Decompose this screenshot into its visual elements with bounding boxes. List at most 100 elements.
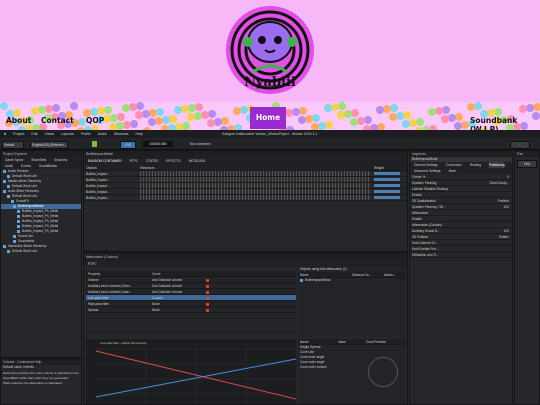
wwise-icon: ■ [4, 132, 7, 136]
live-button[interactable]: LIVE [120, 141, 136, 149]
polka-dot [442, 106, 450, 114]
polka-dot [494, 108, 502, 116]
menu-audio[interactable]: Audio [98, 132, 107, 136]
polka-dot [305, 115, 313, 123]
polka-dot [162, 116, 170, 124]
curve-select[interactable]: Custom [152, 295, 202, 300]
folder-icon [3, 169, 6, 173]
object-row[interactable]: BulletImpactMetal [298, 278, 406, 283]
curve-graph[interactable]: Low pass filter - Adjust this amount. [86, 339, 297, 404]
menu-windows[interactable]: Windows [114, 132, 129, 136]
weight-slider[interactable] [374, 178, 400, 181]
nav-contact[interactable]: Contact [41, 116, 74, 125]
folder-icon [3, 244, 6, 248]
waveform [140, 183, 370, 188]
polka-dot [312, 114, 320, 122]
curve-select[interactable]: Use Distance volume [152, 289, 202, 294]
menu-views[interactable]: Views [45, 132, 55, 136]
field-value[interactable]: Direct Assig... [490, 180, 509, 185]
polka-dot [52, 104, 60, 112]
waveform [140, 177, 370, 182]
field-value[interactable]: Position [498, 198, 509, 203]
curve-row[interactable]: Spread None [86, 307, 296, 313]
search-icon[interactable]: ⌕ [510, 141, 530, 149]
polka-dot [214, 118, 222, 126]
tree-item-label: Master-Mixer Hierarchy [8, 179, 42, 183]
curve-select[interactable]: None [152, 301, 202, 306]
layout-select[interactable]: Default [2, 141, 24, 149]
nav-about[interactable]: About [6, 116, 31, 125]
weight-slider[interactable] [374, 184, 400, 187]
tab-sessions[interactable]: Sessions [54, 158, 67, 162]
cone-preview [368, 357, 398, 387]
curve-select[interactable]: Use Distance volume [152, 283, 202, 288]
field-value[interactable]: 100 [504, 228, 509, 233]
col-curve: Curve [152, 272, 161, 276]
polka-dot [169, 115, 177, 123]
weight-slider[interactable] [374, 196, 400, 199]
polka-dot [390, 104, 398, 112]
tab-mixer[interactable]: Mixer [449, 168, 457, 174]
inspector-field[interactable]: Diffraction and Tr... [410, 252, 512, 258]
tab-random-container[interactable]: RANDOM CONTAINER [88, 159, 122, 163]
wwise-screenshot: ■ Project Edit Views Layouts Profile Aud… [0, 130, 540, 405]
field-label: Attenuation (Custom) [412, 223, 443, 227]
col-weight: Weight [374, 166, 384, 170]
polka-dot [116, 122, 124, 130]
polka-dot [122, 104, 130, 112]
polka-dot [0, 102, 8, 110]
field-value[interactable]: 0 [507, 174, 509, 179]
curve-select[interactable]: Use Distance volume [152, 277, 202, 282]
folder-icon [13, 204, 16, 208]
polka-dot [104, 106, 112, 114]
editor-row-label: Bullets_Impact... [86, 190, 110, 194]
tree-item-label: Actor-Mixer Hierarchy [8, 189, 39, 193]
menu-layouts[interactable]: Layouts [61, 132, 74, 136]
tree-item[interactable]: Default Work Unit [1, 249, 81, 254]
tab-audio[interactable]: Audio [5, 164, 13, 168]
tab-states[interactable]: STATES [146, 159, 158, 163]
tab-positioning[interactable]: Positioning [488, 162, 505, 168]
tab-routing[interactable]: Routing [470, 162, 481, 168]
weight-slider[interactable] [374, 172, 400, 175]
field-value[interactable]: 100 [504, 204, 509, 209]
nav-qop[interactable]: QOP [86, 116, 104, 125]
tab-game-syncs[interactable]: Game Syncs [5, 158, 23, 162]
weight-slider[interactable] [374, 190, 400, 193]
attenuation-name[interactable]: Attenuation (Custom) [84, 253, 407, 261]
field-value[interactable]: Emitter [499, 234, 509, 239]
side-panel-title: Pan [515, 151, 539, 157]
polka-dot [195, 103, 203, 111]
menu-profile[interactable]: Profile [81, 132, 91, 136]
curve-color-icon [206, 290, 209, 294]
tab-sharesets[interactable]: ShareSets [31, 158, 46, 162]
tab-rtpc[interactable]: RTPC [88, 262, 97, 266]
tab-metadata[interactable]: METADATA [189, 159, 206, 163]
find-button[interactable]: Find [517, 160, 537, 168]
col-property: Property [88, 272, 101, 276]
folder-icon [17, 214, 20, 218]
folder-icon [13, 234, 16, 238]
tab-events[interactable]: Events [21, 164, 31, 168]
polka-dot [45, 105, 53, 113]
platform-select[interactable]: English(US) (Referenc... [30, 141, 68, 149]
editor-tabs: RANDOM CONTAINER RTPC STATES EFFECTS METADAT… [84, 157, 407, 165]
curve-select[interactable]: None [152, 307, 202, 312]
contextual-help-panel: Volume - Contextual Help Default value: … [0, 358, 82, 405]
polka-dot [156, 108, 164, 116]
tab-soundbanks[interactable]: SoundBanks [39, 164, 57, 168]
polka-dot [441, 115, 449, 123]
tab-rtpc[interactable]: RTPC [130, 159, 139, 163]
polka-dot [351, 109, 359, 117]
nav-home[interactable]: Home [250, 107, 286, 129]
tab-effects[interactable]: EFFECTS [166, 159, 181, 163]
inspector-tabs: General Settings Conversion Routing Positio… [410, 162, 512, 174]
polka-dot [402, 120, 410, 128]
curve-property: Auxiliary send volumes (User... [88, 290, 132, 294]
menu-project[interactable]: Project [13, 132, 24, 136]
menu-edit[interactable]: Edit [31, 132, 37, 136]
editor-row[interactable]: Bullets_Impact... [84, 195, 407, 201]
field-label: Listener Relative Routing [412, 187, 448, 191]
menu-help[interactable]: Help [135, 132, 142, 136]
play-icon[interactable] [92, 141, 97, 147]
